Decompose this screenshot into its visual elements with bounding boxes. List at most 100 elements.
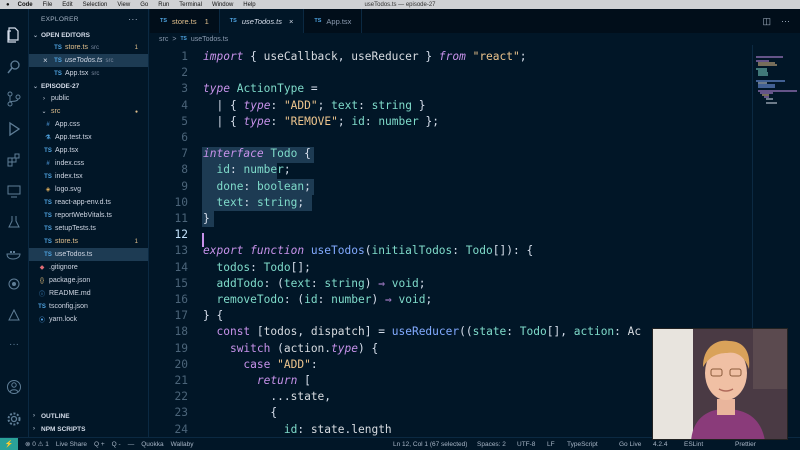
- menu-file[interactable]: File: [43, 2, 53, 8]
- live-share-button[interactable]: Live Share: [56, 441, 87, 448]
- close-icon[interactable]: ×: [43, 56, 53, 65]
- file-item[interactable]: TS App.tsx: [29, 144, 148, 157]
- menu-terminal[interactable]: Terminal: [179, 2, 202, 8]
- open-editor-item[interactable]: × TS useTodos.ts src: [29, 54, 148, 67]
- file-item[interactable]: # App.css: [29, 118, 148, 131]
- more-actions-icon[interactable]: ···: [781, 16, 790, 27]
- file-item[interactable]: TS index.tsx: [29, 170, 148, 183]
- split-editor-icon[interactable]: ◫: [762, 16, 771, 27]
- more-icon[interactable]: ···: [4, 334, 24, 354]
- search-icon[interactable]: [4, 57, 24, 77]
- ts-file-icon: TS: [160, 18, 168, 24]
- menu-view[interactable]: View: [117, 2, 130, 8]
- tab-store[interactable]: TS store.ts 1: [150, 9, 220, 33]
- code-line[interactable]: }: [203, 212, 210, 225]
- file-item-selected[interactable]: TS useTodos.ts: [29, 248, 148, 261]
- gear-icon[interactable]: [4, 409, 24, 429]
- eslint-status[interactable]: ESLint: [684, 441, 703, 448]
- code-line[interactable]: type ActionType =: [203, 82, 318, 95]
- folder-item[interactable]: › public: [29, 92, 148, 105]
- code-line[interactable]: ...state,: [203, 390, 331, 403]
- file-item[interactable]: # index.css: [29, 157, 148, 170]
- extensions-icon[interactable]: [4, 150, 24, 170]
- code-line[interactable]: interface Todo {: [203, 147, 311, 160]
- docker-icon[interactable]: [4, 243, 24, 263]
- explorer-icon[interactable]: [4, 25, 24, 45]
- open-editor-item[interactable]: TS store.ts src 1: [29, 41, 148, 54]
- apple-icon[interactable]: ●: [6, 2, 10, 8]
- problems-indicator[interactable]: ⊗ 0 ⚠ 1: [25, 440, 49, 448]
- code-line[interactable]: case "ADD":: [203, 358, 317, 371]
- code-line[interactable]: const [todos, dispatch] = useReducer((st…: [203, 325, 641, 338]
- breadcrumb-file[interactable]: useTodos.ts: [191, 36, 228, 43]
- open-editors-section[interactable]: ⌄ OPEN EDITORS: [29, 29, 148, 41]
- tab-usetodos[interactable]: TS useTodos.ts ×: [219, 9, 305, 33]
- project-section[interactable]: ⌄ EPISODE-27: [29, 80, 148, 92]
- account-icon[interactable]: [4, 377, 24, 397]
- close-icon[interactable]: ×: [289, 17, 293, 26]
- code-line[interactable]: return [: [203, 374, 311, 387]
- code-line[interactable]: removeTodo: (id: number) ⇒ void;: [203, 293, 432, 306]
- code-line[interactable]: | { type: "ADD"; text: string }: [203, 99, 425, 112]
- code-line[interactable]: {: [203, 406, 277, 419]
- file-item[interactable]: TS react-app-env.d.ts: [29, 196, 148, 209]
- tab-app[interactable]: TS App.tsx: [304, 9, 363, 33]
- file-item[interactable]: TS reportWebVitals.ts: [29, 209, 148, 222]
- code-line[interactable]: import { useCallback, useReducer } from …: [203, 50, 526, 63]
- explorer-more-button[interactable]: ···: [128, 14, 138, 24]
- file-item[interactable]: ⚗ App.test.tsx: [29, 131, 148, 144]
- code-line[interactable]: switch (action.type) {: [203, 342, 378, 355]
- menu-go[interactable]: Go: [140, 2, 148, 8]
- source-control-icon[interactable]: [4, 89, 24, 109]
- remote-icon[interactable]: ⚡: [0, 437, 18, 450]
- outline-section[interactable]: › OUTLINE: [29, 410, 148, 422]
- file-item[interactable]: TS tsconfig.json: [29, 300, 148, 313]
- file-name: App.tsx: [55, 147, 79, 154]
- code-line[interactable]: text: string;: [203, 196, 304, 209]
- menu-window[interactable]: Window: [212, 2, 233, 8]
- ts-version[interactable]: 4.2.4: [653, 441, 667, 448]
- line-number: 11: [174, 212, 188, 225]
- breadcrumb-folder[interactable]: src: [159, 36, 168, 43]
- code-line[interactable]: addTodo: (text: string) ⇒ void;: [203, 277, 425, 290]
- file-item[interactable]: ◆ .gitignore: [29, 261, 148, 274]
- file-item[interactable]: ◈ logo.svg: [29, 183, 148, 196]
- code-line[interactable]: id: number;: [203, 163, 290, 176]
- code-line[interactable]: todos: Todo[];: [203, 261, 310, 274]
- code-line[interactable]: done: boolean;: [203, 180, 310, 193]
- indentation[interactable]: Spaces: 2: [477, 441, 506, 448]
- cursor-position[interactable]: Ln 12, Col 1 (67 selected): [393, 441, 467, 448]
- code-line[interactable]: | { type: "REMOVE"; id: number };: [203, 115, 439, 128]
- quokka-button[interactable]: Quokka: [141, 441, 163, 448]
- menu-selection[interactable]: Selection: [83, 2, 108, 8]
- menu-help[interactable]: Help: [243, 2, 255, 8]
- code-line[interactable]: } {: [203, 309, 223, 322]
- zoom-in-button[interactable]: Q +: [94, 441, 105, 448]
- code-line[interactable]: id: state.length: [203, 423, 392, 436]
- open-editor-item[interactable]: TS App.tsx src: [29, 67, 148, 80]
- ts-file-icon: TS: [44, 225, 52, 232]
- menu-run[interactable]: Run: [158, 2, 169, 8]
- testing-icon[interactable]: [4, 212, 24, 232]
- folder-item[interactable]: ⌄ src ●: [29, 105, 148, 118]
- npm-scripts-section[interactable]: › NPM SCRIPTS: [29, 423, 148, 435]
- file-item[interactable]: ⓘ README.md: [29, 287, 148, 300]
- code-line[interactable]: export function useTodos(initialTodos: T…: [203, 244, 533, 257]
- prettier-status[interactable]: Prettier: [735, 441, 756, 448]
- encoding[interactable]: UTF-8: [517, 441, 535, 448]
- language-mode[interactable]: TypeScript: [567, 441, 598, 448]
- file-item[interactable]: {} package.json: [29, 274, 148, 287]
- go-live-button[interactable]: Go Live: [619, 441, 641, 448]
- menu-edit[interactable]: Edit: [62, 2, 72, 8]
- menu-code[interactable]: Code: [18, 2, 33, 8]
- gitlens-icon[interactable]: [4, 305, 24, 325]
- wallaby-button[interactable]: Wallaby: [171, 441, 194, 448]
- zoom-out-button[interactable]: Q -: [112, 441, 121, 448]
- line-ending[interactable]: LF: [547, 441, 555, 448]
- file-item[interactable]: TS store.ts 1: [29, 235, 148, 248]
- run-debug-icon[interactable]: [4, 119, 24, 139]
- remote-explorer-icon[interactable]: [4, 181, 24, 201]
- live-share-icon[interactable]: [4, 274, 24, 294]
- file-item[interactable]: ⦿ yarn.lock: [29, 313, 148, 326]
- file-item[interactable]: TS setupTests.ts: [29, 222, 148, 235]
